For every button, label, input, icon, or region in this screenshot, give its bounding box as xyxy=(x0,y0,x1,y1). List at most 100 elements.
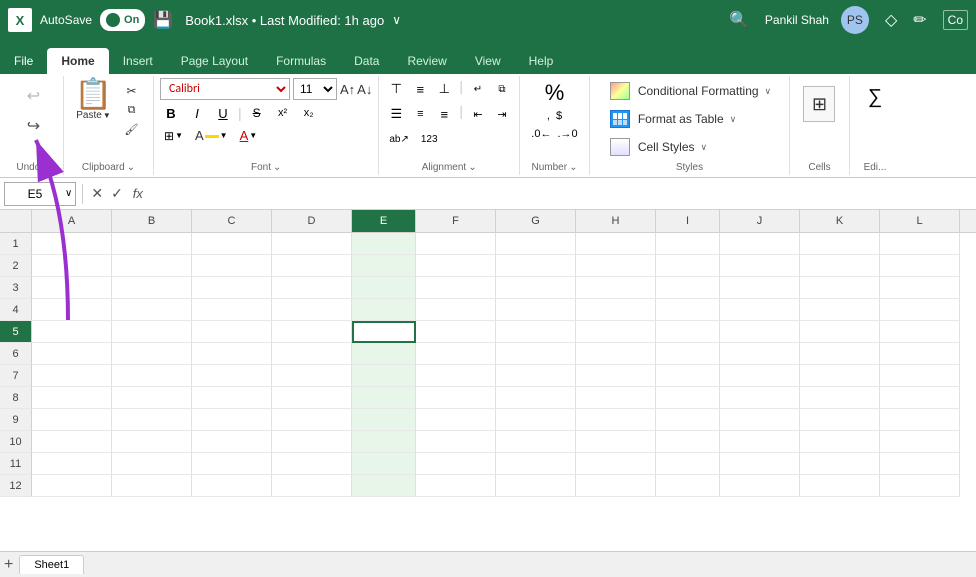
cell-e8[interactable] xyxy=(352,387,416,409)
row-header-1[interactable]: 1 xyxy=(0,233,32,255)
cell-c1[interactable] xyxy=(192,233,272,255)
tab-data[interactable]: Data xyxy=(340,48,393,74)
cell-g10[interactable] xyxy=(496,431,576,453)
cell-d12[interactable] xyxy=(272,475,352,497)
confirm-formula-button[interactable]: ✓ xyxy=(109,183,125,204)
row-header-7[interactable]: 7 xyxy=(0,365,32,387)
col-header-a[interactable]: A xyxy=(32,210,112,232)
add-sheet-button[interactable]: + xyxy=(4,556,13,574)
cell-k9[interactable] xyxy=(800,409,880,431)
cell-c9[interactable] xyxy=(192,409,272,431)
save-icon[interactable]: 💾 xyxy=(153,10,173,30)
increase-decimal-button[interactable]: .→0 xyxy=(555,126,579,142)
decrease-decimal-button[interactable]: .0← xyxy=(529,126,553,142)
cell-k1[interactable] xyxy=(800,233,880,255)
row-header-4[interactable]: 4 xyxy=(0,299,32,321)
cut-button[interactable]: ✂ xyxy=(118,82,146,100)
autosave-toggle[interactable]: On xyxy=(100,9,145,31)
cell-ref-dropdown-icon[interactable]: ∨ xyxy=(65,188,75,199)
cell-reference-box[interactable]: E5 xyxy=(5,182,65,206)
increase-font-button[interactable]: A↑ xyxy=(340,82,355,97)
borders-button[interactable]: ⊞▼ xyxy=(160,127,187,145)
row-header-9[interactable]: 9 xyxy=(0,409,32,431)
cell-j11[interactable] xyxy=(720,453,800,475)
tab-view[interactable]: View xyxy=(461,48,515,74)
cell-l5[interactable] xyxy=(880,321,960,343)
cell-h6[interactable] xyxy=(576,343,656,365)
col-header-f[interactable]: F xyxy=(416,210,496,232)
editing-button[interactable]: ∑ xyxy=(864,82,886,113)
cancel-formula-button[interactable]: ✕ xyxy=(89,183,105,204)
cell-k5[interactable] xyxy=(800,321,880,343)
cell-c7[interactable] xyxy=(192,365,272,387)
cell-b8[interactable] xyxy=(112,387,192,409)
cell-f11[interactable] xyxy=(416,453,496,475)
tab-file[interactable]: File xyxy=(0,48,47,74)
align-middle-button[interactable]: ≡ xyxy=(409,78,431,100)
cell-a6[interactable] xyxy=(32,343,112,365)
undo-button[interactable]: ↩ xyxy=(19,82,49,110)
font-name-dropdown[interactable]: Calibri xyxy=(160,78,290,100)
cell-e11[interactable] xyxy=(352,453,416,475)
tab-insert[interactable]: Insert xyxy=(109,48,167,74)
cell-g1[interactable] xyxy=(496,233,576,255)
cell-c4[interactable] xyxy=(192,299,272,321)
cells-button[interactable]: ⊞ xyxy=(799,82,839,126)
formula-input[interactable] xyxy=(151,182,972,206)
cell-b4[interactable] xyxy=(112,299,192,321)
cell-l7[interactable] xyxy=(880,365,960,387)
col-header-k[interactable]: K xyxy=(800,210,880,232)
cell-h3[interactable] xyxy=(576,277,656,299)
alignment-group-expand-icon[interactable]: ⌄ xyxy=(468,162,476,173)
cell-d4[interactable] xyxy=(272,299,352,321)
cell-g4[interactable] xyxy=(496,299,576,321)
cell-c3[interactable] xyxy=(192,277,272,299)
cell-a4[interactable] xyxy=(32,299,112,321)
cell-f1[interactable] xyxy=(416,233,496,255)
cell-a11[interactable] xyxy=(32,453,112,475)
cell-l11[interactable] xyxy=(880,453,960,475)
cell-a9[interactable] xyxy=(32,409,112,431)
superscript-button[interactable]: x² xyxy=(272,102,294,124)
cell-b2[interactable] xyxy=(112,255,192,277)
undo-group-expand-icon[interactable]: ⌄ xyxy=(42,162,50,173)
cell-g2[interactable] xyxy=(496,255,576,277)
row-header-11[interactable]: 11 xyxy=(0,453,32,475)
format-as-table-button[interactable]: Format as Table ∨ xyxy=(602,106,777,132)
tab-help[interactable]: Help xyxy=(515,48,568,74)
pen-icon[interactable]: ✏ xyxy=(913,10,926,30)
cell-h1[interactable] xyxy=(576,233,656,255)
align-center-button[interactable]: ≡ xyxy=(409,103,431,125)
row-header-10[interactable]: 10 xyxy=(0,431,32,453)
cell-j12[interactable] xyxy=(720,475,800,497)
format-painter-button[interactable]: 🖌 xyxy=(118,120,146,138)
search-icon[interactable]: 🔍 xyxy=(729,10,749,30)
cell-d1[interactable] xyxy=(272,233,352,255)
underline-button[interactable]: U xyxy=(212,102,234,124)
row-header-3[interactable]: 3 xyxy=(0,277,32,299)
cell-d2[interactable] xyxy=(272,255,352,277)
cell-b3[interactable] xyxy=(112,277,192,299)
cell-e10[interactable] xyxy=(352,431,416,453)
cell-i3[interactable] xyxy=(656,277,720,299)
tab-review[interactable]: Review xyxy=(393,48,460,74)
font-group-expand-icon[interactable]: ⌄ xyxy=(273,162,281,173)
cell-d3[interactable] xyxy=(272,277,352,299)
cell-h8[interactable] xyxy=(576,387,656,409)
cell-i7[interactable] xyxy=(656,365,720,387)
cell-a8[interactable] xyxy=(32,387,112,409)
cell-c12[interactable] xyxy=(192,475,272,497)
cell-i12[interactable] xyxy=(656,475,720,497)
cell-h5[interactable] xyxy=(576,321,656,343)
cell-d6[interactable] xyxy=(272,343,352,365)
decrease-indent-button[interactable]: ⇤ xyxy=(467,103,489,125)
cell-j5[interactable] xyxy=(720,321,800,343)
cell-a1[interactable] xyxy=(32,233,112,255)
cell-b5[interactable] xyxy=(112,321,192,343)
cell-f10[interactable] xyxy=(416,431,496,453)
cell-j4[interactable] xyxy=(720,299,800,321)
col-header-g[interactable]: G xyxy=(496,210,576,232)
decrease-font-button[interactable]: A↓ xyxy=(357,82,372,97)
cell-j8[interactable] xyxy=(720,387,800,409)
cell-a2[interactable] xyxy=(32,255,112,277)
